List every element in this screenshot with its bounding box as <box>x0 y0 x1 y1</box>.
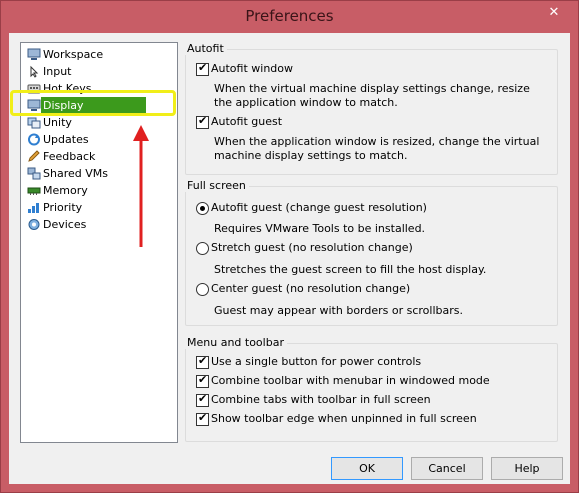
autofit-window-description: When the virtual machine display setting… <box>214 82 530 109</box>
unity-icon <box>27 117 41 129</box>
nav-label: Unity <box>43 116 72 129</box>
fullscreen-group-title: Full screen <box>184 179 249 192</box>
nav-item-input[interactable]: Input <box>27 63 167 80</box>
checkmark-icon: ✔ <box>198 61 208 74</box>
checkmark-icon: ✔ <box>198 373 208 386</box>
nav-label: Input <box>43 65 72 78</box>
nav-label: Priority <box>43 201 83 214</box>
stretch-guest-radio[interactable] <box>196 242 209 255</box>
menu-toolbar-option-label: Show toolbar edge when unpinned in full … <box>211 412 477 425</box>
devices-icon <box>28 219 40 230</box>
fullscreen-option-label: Stretch guest (no resolution change) <box>211 241 413 254</box>
single-power-button-checkbox[interactable]: ✔ <box>196 354 209 369</box>
fullscreen-option-description: Guest may appear with borders or scrollb… <box>214 304 463 317</box>
checkmark-icon: ✔ <box>198 392 208 405</box>
fullscreen-option-label: Center guest (no resolution change) <box>211 282 411 295</box>
nav-item-workspace[interactable]: Workspace <box>27 46 167 63</box>
nav-label: Workspace <box>43 48 104 61</box>
checkmark-icon: ✔ <box>198 114 208 127</box>
radio-selected-dot <box>200 206 205 211</box>
autofit-guest-checkbox[interactable]: ✔ <box>196 114 209 129</box>
fullscreen-option-label: Autofit guest (change guest resolution) <box>211 201 427 214</box>
preferences-window: Preferences ✕ Workspace Input Hot Keys D… <box>0 0 579 493</box>
shared-vms-icon <box>27 167 41 180</box>
autofit-guest-radio[interactable] <box>196 202 209 215</box>
show-toolbar-edge-checkbox[interactable]: ✔ <box>196 411 209 426</box>
priority-icon <box>28 203 39 213</box>
input-icon <box>30 65 39 78</box>
updates-icon <box>28 133 40 146</box>
menu-toolbar-group-title: Menu and toolbar <box>184 336 287 349</box>
workspace-icon <box>27 48 41 60</box>
nav-label: Devices <box>43 218 87 231</box>
menu-toolbar-option-label: Combine tabs with toolbar in full screen <box>211 393 431 406</box>
menu-toolbar-option-label: Combine toolbar with menubar in windowed… <box>211 374 490 387</box>
center-guest-radio[interactable] <box>196 283 209 296</box>
dialog-client-area: Workspace Input Hot Keys Display Unity U… <box>9 33 570 484</box>
annotation-arrow-icon <box>133 125 149 247</box>
window-title: Preferences <box>245 7 334 25</box>
checkmark-icon: ✔ <box>198 354 208 367</box>
fullscreen-option-description: Requires VMware Tools to be installed. <box>214 222 426 235</box>
nav-label: Shared VMs <box>43 167 108 180</box>
close-button[interactable]: ✕ <box>538 3 570 23</box>
menu-toolbar-option-label: Use a single button for power controls <box>211 355 422 368</box>
display-highlight-annotation <box>10 90 176 116</box>
nav-label: Memory <box>43 184 88 197</box>
ok-button[interactable]: OK <box>331 457 403 480</box>
feedback-icon <box>28 150 40 162</box>
nav-label: Feedback <box>43 150 96 163</box>
fullscreen-option-description: Stretches the guest screen to fill the h… <box>214 263 487 276</box>
cancel-button[interactable]: Cancel <box>411 457 483 480</box>
help-button[interactable]: Help <box>491 457 563 480</box>
memory-icon <box>27 187 41 195</box>
autofit-guest-label: Autofit guest <box>211 115 283 128</box>
checkmark-icon: ✔ <box>198 411 208 424</box>
title-bar[interactable]: Preferences ✕ <box>1 1 578 33</box>
autofit-group-title: Autofit <box>184 42 227 55</box>
autofit-window-checkbox[interactable]: ✔ <box>196 61 209 76</box>
combine-toolbar-menubar-checkbox[interactable]: ✔ <box>196 373 209 388</box>
combine-tabs-toolbar-checkbox[interactable]: ✔ <box>196 392 209 407</box>
nav-label: Updates <box>43 133 89 146</box>
autofit-window-label: Autofit window <box>211 62 294 75</box>
autofit-guest-description: When the application window is resized, … <box>214 135 540 162</box>
